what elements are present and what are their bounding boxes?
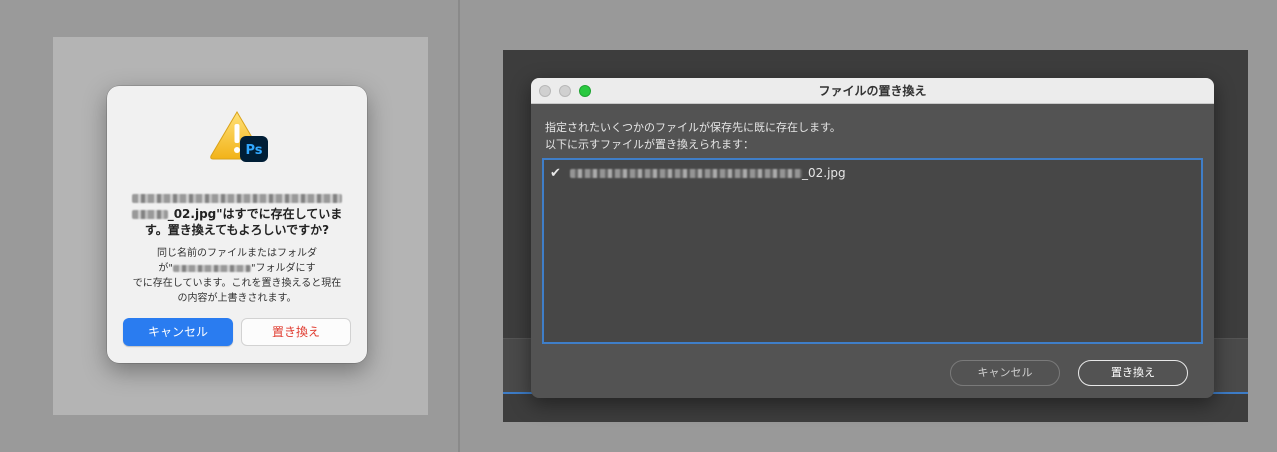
replace-button[interactable]: 置き換え	[241, 318, 351, 346]
redacted-folder-name	[172, 264, 251, 272]
replace-button[interactable]: 置き換え	[1078, 360, 1188, 386]
alert-message-suffix: "フォルダにす	[250, 263, 316, 274]
list-item[interactable]: ✔ _02.jpg	[550, 164, 846, 182]
redacted-filename	[132, 194, 342, 203]
dialog-title: ファイルの置き換え	[818, 84, 927, 98]
filename-suffix: _02.jpg"	[167, 207, 223, 221]
checkmark-icon: ✔	[550, 165, 561, 181]
redacted-filename	[570, 168, 802, 178]
file-list[interactable]: ✔ _02.jpg	[542, 158, 1203, 344]
file-name-suffix: _02.jpg	[802, 166, 846, 180]
alert-message-prefix: が"	[158, 263, 173, 274]
alert-message-line1: 同じ名前のファイルまたはフォルダ	[157, 248, 317, 259]
minimize-window-button[interactable]	[559, 85, 571, 97]
cancel-button[interactable]: キャンセル	[950, 360, 1060, 386]
ps-badge-text: Ps	[245, 143, 262, 158]
alert-title: _02.jpg"はすでに存在しています。置き換えてもよろしいですか?	[125, 190, 349, 238]
mac-replace-alert: Ps _02.jpg"はすでに存在しています。置き換えてもよろしいですか? 同じ…	[107, 86, 367, 363]
dialog-message-line2: 以下に示すファイルが置き換えられます：	[545, 138, 754, 151]
cancel-button[interactable]: キャンセル	[123, 318, 233, 346]
title-bar: ファイルの置き換え	[531, 78, 1214, 104]
close-window-button[interactable]	[539, 85, 551, 97]
alert-message-rest: でに存在しています。これを置き換えると現在の内容が上書きされます。	[132, 278, 342, 304]
redacted-filename	[131, 210, 168, 219]
split-divider	[458, 0, 460, 452]
photoshop-warning-icon: Ps	[210, 111, 268, 162]
alert-message: 同じ名前のファイルまたはフォルダ が" "フォルダにす でに存在しています。これを…	[129, 246, 345, 306]
zoom-window-button[interactable]	[579, 85, 591, 97]
replace-files-dialog: ファイルの置き換え 指定されたいくつかのファイルが保存先に既に存在します。 以下…	[531, 78, 1214, 398]
dialog-message-line1: 指定されたいくつかのファイルが保存先に既に存在します。	[545, 121, 841, 134]
